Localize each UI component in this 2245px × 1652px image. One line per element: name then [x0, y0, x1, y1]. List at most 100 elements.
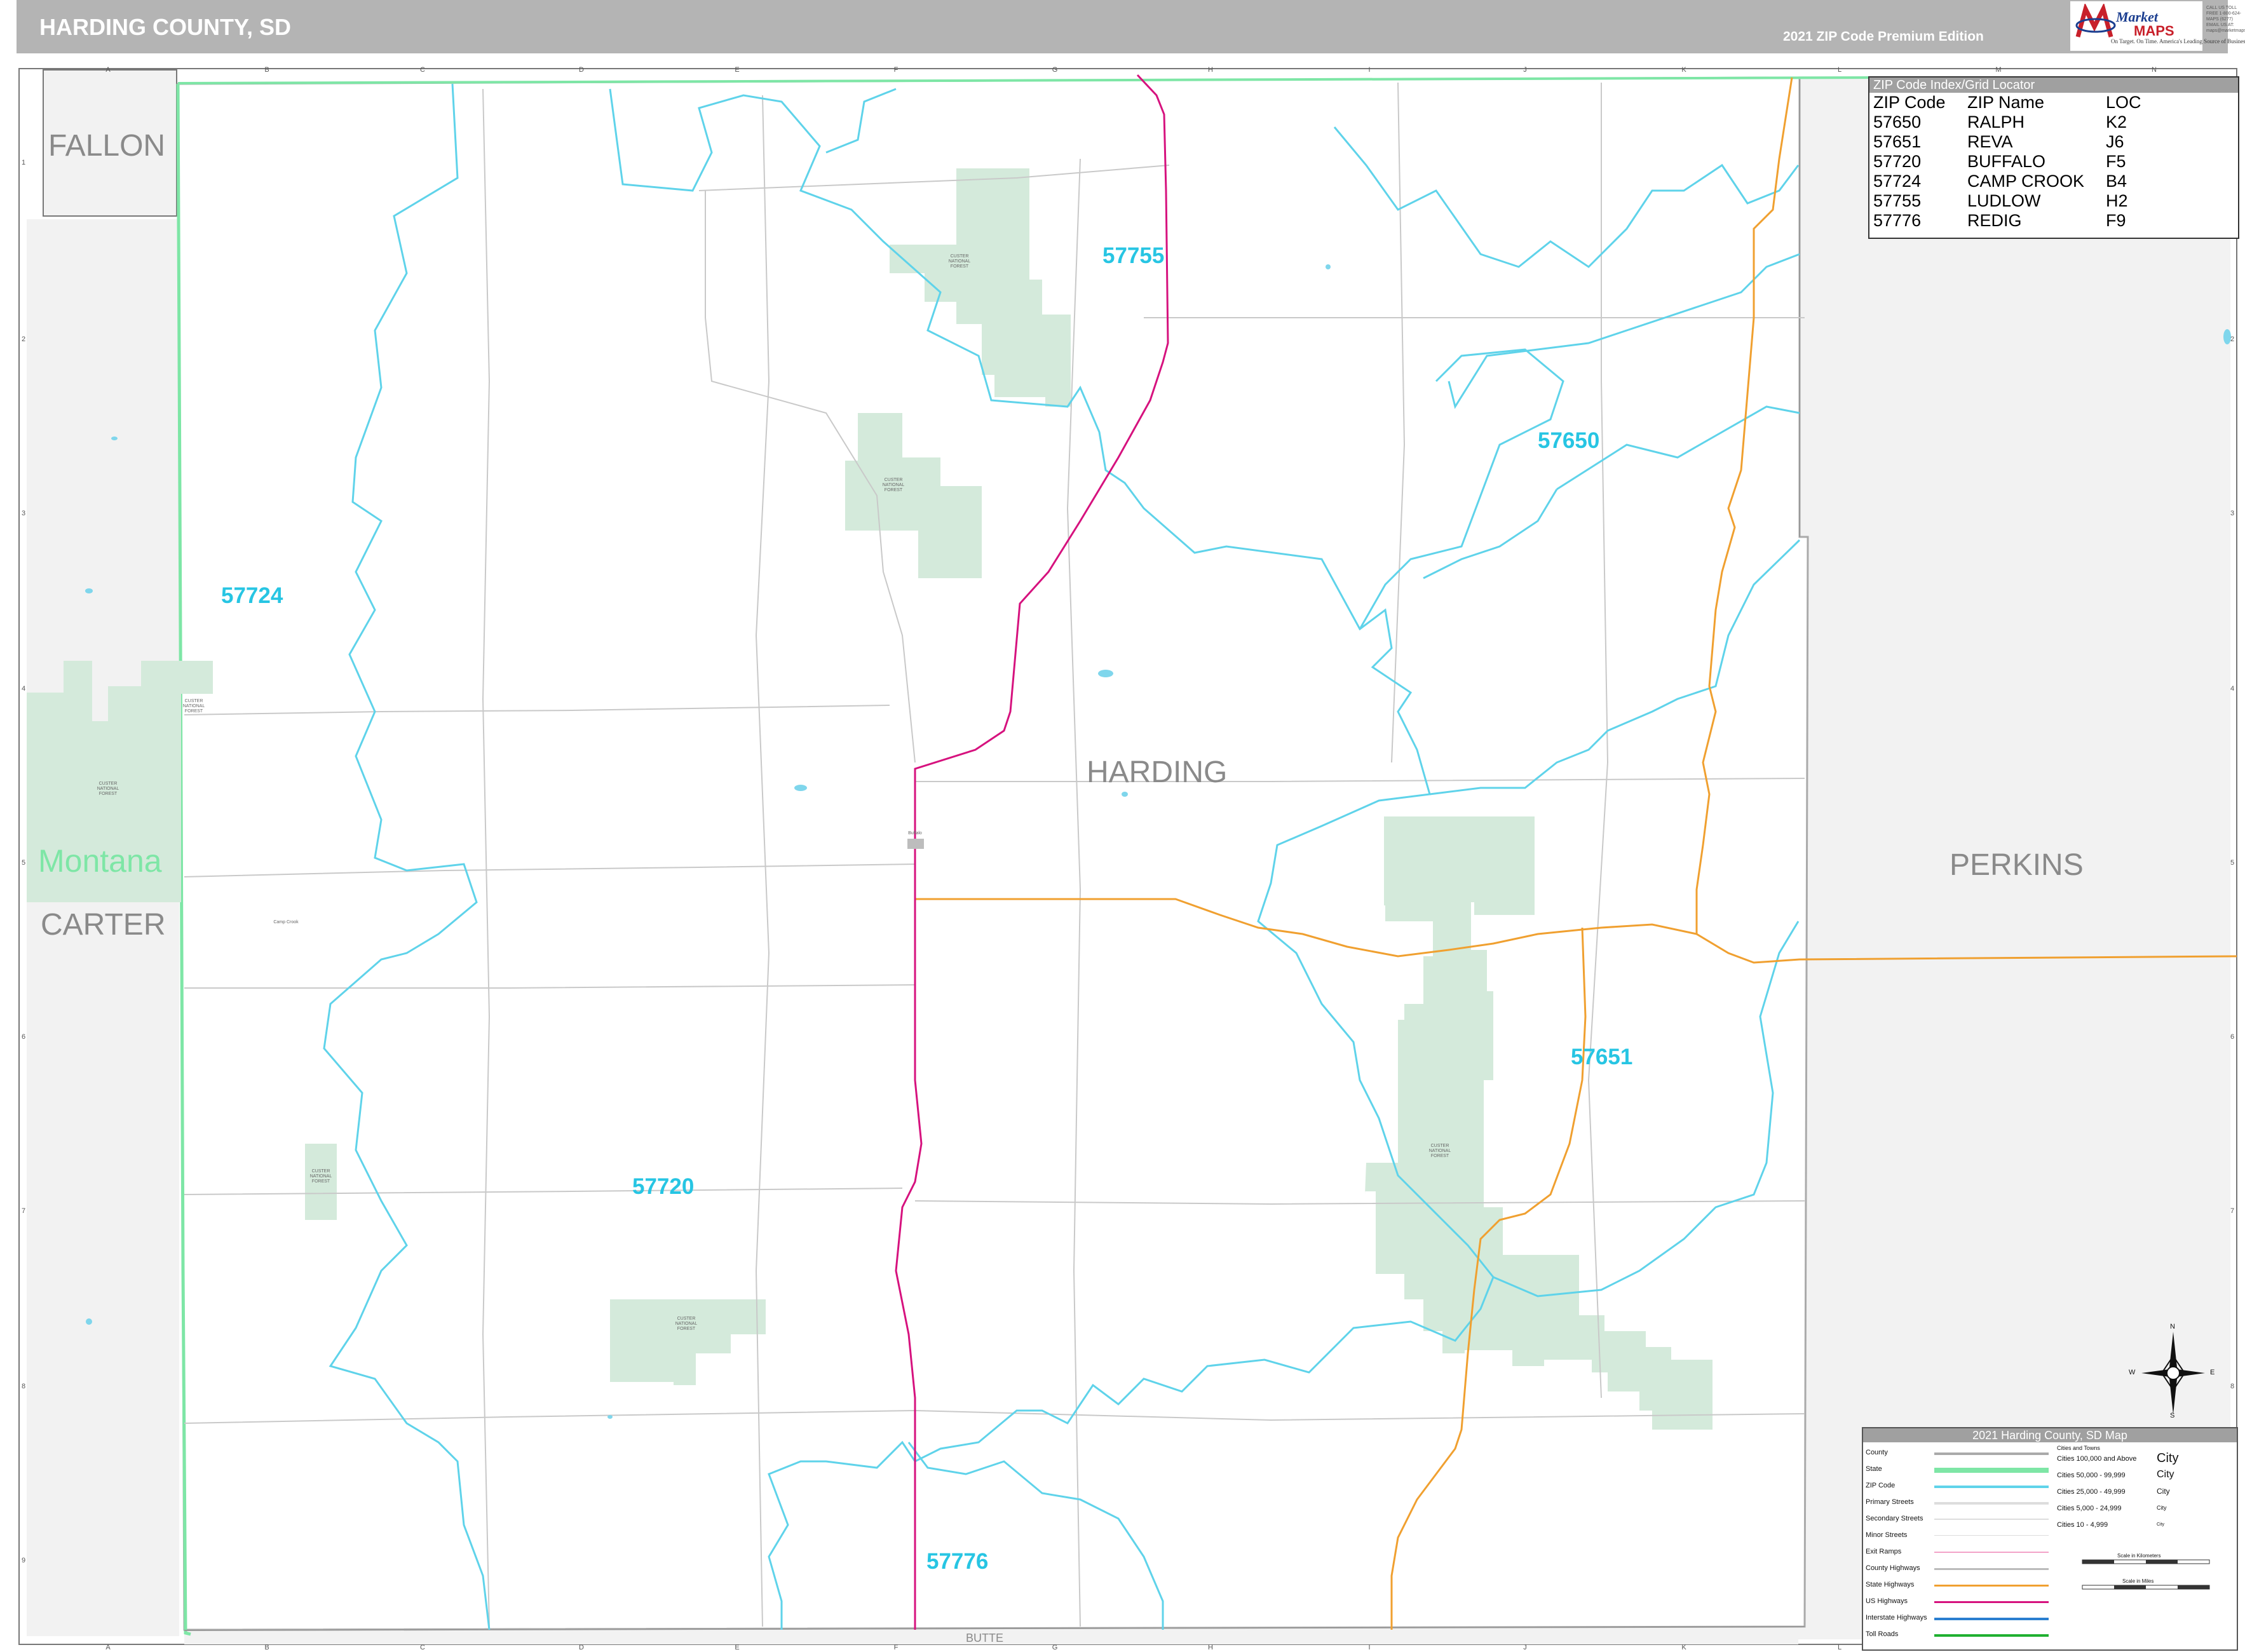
forest-label: CUSTER NATIONAL FOREST — [675, 1317, 698, 1331]
grid-letter-n: N — [2152, 66, 2157, 74]
name-header: ZIP Name — [1967, 93, 2045, 112]
loc-header: LOC — [2106, 93, 2141, 112]
legend-item-interstate-highways: Interstate Highways — [1866, 1614, 1927, 1622]
legend-city-range: Cities 100,000 and Above — [2057, 1455, 2137, 1463]
legend-city-range: Cities 25,000 - 49,999 — [2057, 1488, 2126, 1496]
grid-letter-b: B — [264, 1644, 269, 1651]
table-row[interactable]: 57755 LUDLOW H2 — [1871, 191, 2144, 211]
grid-letter-d: D — [579, 66, 584, 74]
name-cell: REVA — [1967, 132, 2013, 151]
zip-index-table: ZIP Code ZIP Name LOC 57650 RALPH K2 576… — [1871, 93, 2144, 231]
name-cell: CAMP CROOK — [1967, 172, 2085, 191]
legend-title: 2021 Harding County, SD Map — [1863, 1428, 2237, 1442]
grid-letter-k: K — [1681, 1644, 1686, 1651]
legend-item-county-highways: County Highways — [1866, 1564, 1920, 1572]
legend-city-range: Cities 5,000 - 24,999 — [2057, 1505, 2122, 1512]
name-cell: LUDLOW — [1967, 191, 2041, 210]
legend-swatch-county — [1934, 1452, 2049, 1455]
grid-letter-j: J — [1523, 66, 1527, 74]
grid-letter-e: E — [735, 1644, 740, 1651]
zip-cell: 57651 — [1873, 132, 1922, 151]
grid-letter-d: D — [579, 1644, 584, 1651]
county-label-fallon[interactable]: FALLON — [48, 128, 165, 163]
grid-letter-l: L — [1837, 1644, 1842, 1651]
grid-number-4: 4 — [22, 685, 26, 693]
legend-city-example: City — [2157, 1487, 2170, 1496]
grid-letter-g: G — [1052, 1644, 1058, 1651]
grid-number-8: 8 — [22, 1383, 26, 1390]
county-label-butte[interactable]: BUTTE — [966, 1632, 1003, 1645]
name-cell: REDIG — [1967, 211, 2022, 230]
zip-label-57776[interactable]: 57776 — [926, 1549, 988, 1574]
scale-bar-km-icon — [2082, 1559, 2210, 1564]
zip-label-57650[interactable]: 57650 — [1538, 428, 1599, 454]
zip-cell: 57724 — [1873, 172, 1922, 191]
grid-number-3: 3 — [2230, 510, 2235, 517]
county-label-harding[interactable]: HARDING — [1087, 755, 1227, 790]
legend-city-range: Cities 50,000 - 99,999 — [2057, 1472, 2126, 1479]
legend-item-secondary-streets: Secondary Streets — [1866, 1515, 1923, 1522]
grid-letter-c: C — [420, 1644, 425, 1651]
legend-cities-header: Cities and Towns — [2057, 1445, 2100, 1451]
legend-swatch-minor — [1934, 1535, 2049, 1536]
zip-index-panel: ZIP Code Index/Grid Locator ZIP Code ZIP… — [1868, 76, 2239, 239]
compass-rose-icon — [2141, 1332, 2205, 1414]
loc-cell: J6 — [2106, 132, 2124, 151]
legend-city-example: City — [2157, 1469, 2174, 1480]
table-row[interactable]: 57650 RALPH K2 — [1871, 112, 2144, 132]
table-row[interactable]: 57720 BUFFALO F5 — [1871, 152, 2144, 172]
loc-cell: B4 — [2106, 172, 2127, 191]
grid-number-7: 7 — [2230, 1207, 2235, 1215]
legend-swatch-state — [1934, 1468, 2049, 1473]
legend-item-county: County — [1866, 1449, 1888, 1456]
grid-number-3: 3 — [22, 510, 26, 517]
zip-label-57651[interactable]: 57651 — [1571, 1045, 1632, 1070]
county-label-perkins[interactable]: PERKINS — [1950, 848, 2084, 883]
loc-cell: F5 — [2106, 152, 2126, 171]
forest-label: CUSTER NATIONAL FOREST — [882, 478, 905, 492]
grid-letter-i: I — [1368, 66, 1371, 74]
grid-number-8: 8 — [2230, 1383, 2235, 1390]
place-label-buffalo[interactable]: Buffalo — [896, 831, 934, 836]
legend-item-exit-ramps: Exit Ramps — [1866, 1548, 1902, 1555]
grid-letter-i: I — [1368, 1644, 1371, 1651]
grid-number-6: 6 — [2230, 1033, 2235, 1041]
grid-number-9: 9 — [22, 1557, 26, 1564]
zip-label-57724[interactable]: 57724 — [221, 583, 283, 609]
table-row[interactable]: 57651 REVA J6 — [1871, 132, 2144, 152]
forest-label: CUSTER NATIONAL FOREST — [948, 254, 971, 269]
grid-letter-m: M — [1995, 66, 2002, 74]
legend-swatch-primary — [1934, 1502, 2049, 1505]
map-legend: 2021 Harding County, SD Map County State… — [1862, 1427, 2238, 1651]
legend-swatch-county-hwy — [1934, 1568, 2049, 1570]
grid-letter-e: E — [735, 66, 740, 74]
grid-number-2: 2 — [22, 335, 26, 343]
zip-label-57720[interactable]: 57720 — [632, 1174, 694, 1200]
grid-letter-k: K — [1681, 66, 1686, 74]
legend-swatch-ramps — [1934, 1552, 2049, 1553]
county-label-carter[interactable]: CARTER — [41, 907, 165, 942]
legend-item-state: State — [1866, 1465, 1882, 1473]
zip-label-57755[interactable]: 57755 — [1102, 243, 1164, 269]
state-label-montana[interactable]: Montana — [38, 843, 162, 879]
grid-number-2: 2 — [2230, 335, 2235, 343]
place-label-camp-crook[interactable]: Camp Crook — [267, 920, 305, 925]
grid-number-7: 7 — [22, 1207, 26, 1215]
table-row[interactable]: 57776 REDIG F9 — [1871, 211, 2144, 231]
grid-letter-h: H — [1208, 1644, 1213, 1651]
legend-item-primary-streets: Primary Streets — [1866, 1498, 1914, 1506]
zip-index-title: ZIP Code Index/Grid Locator — [1869, 78, 2238, 93]
grid-letter-g: G — [1052, 66, 1058, 74]
table-row[interactable]: 57724 CAMP CROOK B4 — [1871, 172, 2144, 191]
grid-letter-b: B — [264, 66, 269, 74]
grid-number-4: 4 — [2230, 685, 2235, 693]
scale-bar-mi-icon — [2082, 1585, 2210, 1590]
legend-swatch-toll — [1934, 1634, 2049, 1637]
legend-item-minor-streets: Minor Streets — [1866, 1531, 1908, 1539]
legend-swatch-us-hwy — [1934, 1601, 2049, 1603]
compass-e: E — [2210, 1369, 2215, 1376]
forest-label: CUSTER NATIONAL FOREST — [309, 1169, 332, 1184]
forest-label: CUSTER NATIONAL FOREST — [1428, 1144, 1451, 1158]
grid-number-6: 6 — [22, 1033, 26, 1041]
loc-cell: K2 — [2106, 112, 2127, 132]
